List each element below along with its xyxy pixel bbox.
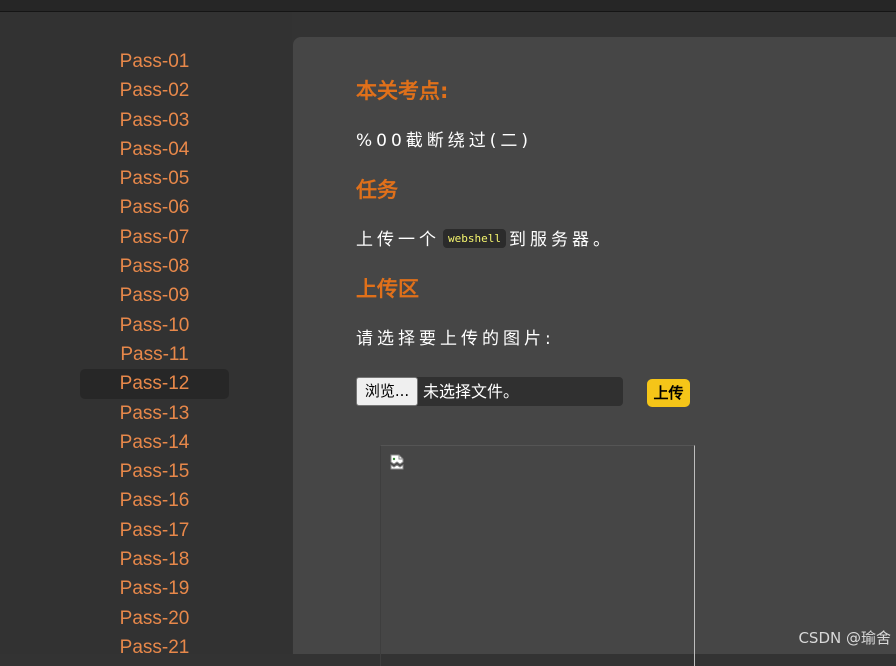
browse-button[interactable]: 浏览... [356, 377, 418, 406]
webshell-code: webshell [443, 228, 506, 248]
sidebar-item-pass-05[interactable]: Pass-05 [80, 164, 229, 193]
sidebar-item-pass-21[interactable]: Pass-21 [80, 633, 229, 662]
sidebar-item-pass-09[interactable]: Pass-09 [80, 281, 229, 310]
task-text: 上传一个 webshell 到服务器。 [356, 225, 614, 250]
sidebar-item-pass-20[interactable]: Pass-20 [80, 604, 229, 633]
sidebar-item-pass-13[interactable]: Pass-13 [80, 399, 229, 428]
sidebar-item-pass-12[interactable]: Pass-12 [80, 369, 229, 399]
sidebar-item-pass-07[interactable]: Pass-07 [80, 223, 229, 252]
sidebar-item-pass-11[interactable]: Pass-11 [80, 340, 229, 369]
upload-area-heading: 上传区 [356, 277, 419, 301]
sidebar-item-pass-19[interactable]: Pass-19 [80, 574, 229, 603]
sidebar-item-pass-03[interactable]: Pass-03 [80, 106, 229, 135]
sidebar-item-pass-16[interactable]: Pass-16 [80, 486, 229, 515]
sidebar-item-pass-01[interactable]: Pass-01 [80, 47, 229, 76]
file-status-text: 未选择文件。 [423, 382, 520, 401]
sidebar-item-pass-17[interactable]: Pass-17 [80, 516, 229, 545]
task-text-before: 上传一个 [356, 230, 440, 250]
level-nav-list: Pass-01 Pass-02 Pass-03 Pass-04 Pass-05 Pass-… [80, 47, 229, 662]
upload-prompt: 请选择要上传的图片: [356, 329, 555, 349]
exam-point-heading: 本关考点: [356, 79, 449, 103]
sidebar-item-pass-08[interactable]: Pass-08 [80, 252, 229, 281]
sidebar-item-pass-18[interactable]: Pass-18 [80, 545, 229, 574]
task-heading: 任务 [356, 178, 398, 202]
task-text-after: 到服务器。 [508, 230, 614, 250]
sidebar-item-pass-06[interactable]: Pass-06 [80, 193, 229, 222]
sidebar-item-pass-14[interactable]: Pass-14 [80, 428, 229, 457]
sidebar: Pass-01 Pass-02 Pass-03 Pass-04 Pass-05 Pass-… [0, 12, 292, 658]
watermark: CSDN @瑜舍 [798, 629, 891, 647]
image-preview [380, 445, 695, 666]
sidebar-item-pass-02[interactable]: Pass-02 [80, 76, 229, 105]
upload-button[interactable]: 上传 [647, 379, 690, 407]
main-panel: 本关考点: %00截断绕过(二) 任务 上传一个 webshell 到服务器。 上传… [293, 37, 896, 666]
exam-point-text: %00截断绕过(二) [356, 131, 533, 151]
file-input[interactable]: 浏览... 未选择文件。 [356, 377, 623, 406]
browser-top-bar [0, 0, 896, 12]
broken-image-icon [390, 454, 404, 470]
sidebar-item-pass-04[interactable]: Pass-04 [80, 135, 229, 164]
sidebar-item-pass-10[interactable]: Pass-10 [80, 311, 229, 340]
sidebar-item-pass-15[interactable]: Pass-15 [80, 457, 229, 486]
